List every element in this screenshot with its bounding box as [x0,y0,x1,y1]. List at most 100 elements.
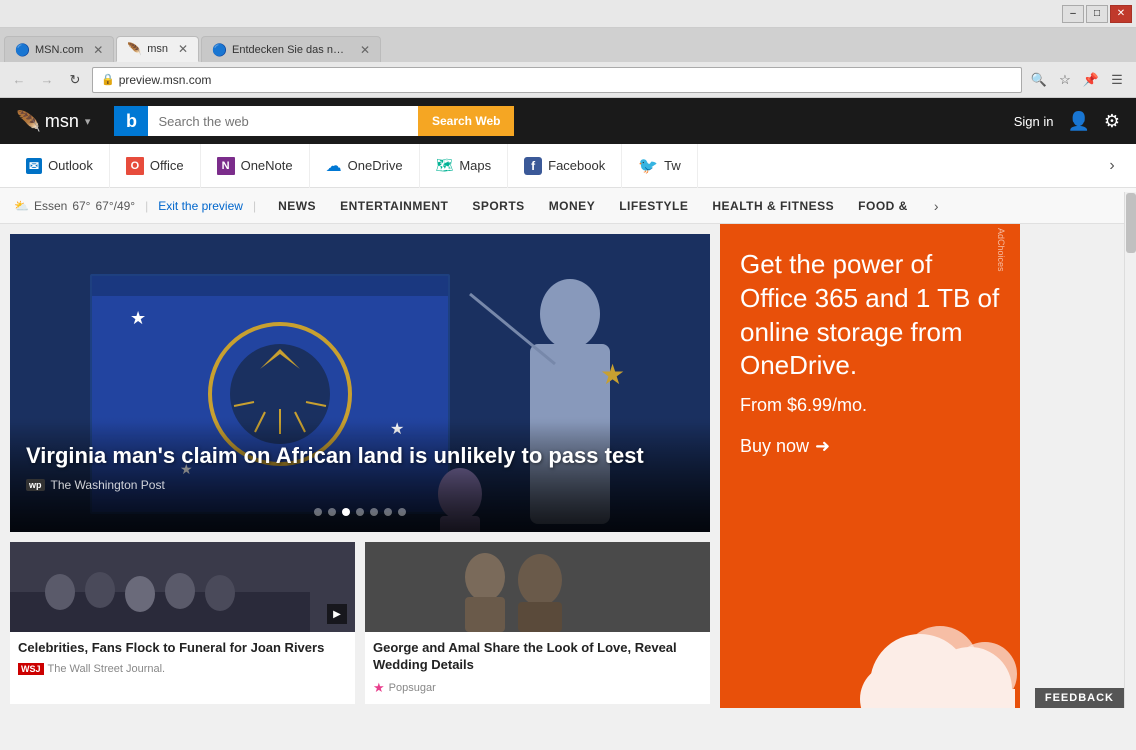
msn-navlinks: ✉ Outlook O Office N OneNote ☁ OneDrive … [0,144,1136,188]
ad-price: From $6.99/mo. [740,395,1000,416]
twitter-icon: 🐦 [638,156,658,176]
url-lock-icon: 🔒 [101,73,115,86]
msn-logo-text: msn [45,111,79,132]
msn-content: ★ ★ ★ ★ [0,224,1136,708]
tab-msn-com[interactable]: 🔵 MSN.com ✕ [4,36,114,62]
exit-preview-link[interactable]: Exit the preview [158,199,243,213]
onedrive-icon: ☁ [326,156,342,176]
maximize-button[interactable]: □ [1086,5,1108,23]
subnav-food[interactable]: FOOD & [846,188,920,224]
subnav-entertainment[interactable]: ENTERTAINMENT [328,188,460,224]
weather-temp: 67° [72,199,90,213]
subnav-separator: | [145,199,148,213]
url-box[interactable]: 🔒 preview.msn.com [92,67,1022,93]
weather-icon: ⛅ [14,199,29,213]
tab-close-icon[interactable]: ✕ [355,43,370,57]
source-name: Popsugar [389,682,436,694]
small-articles: ▶ Celebrities, Fans Flock to Funeral for… [10,542,710,704]
weather-range: 67°/49° [95,199,135,213]
pin-icon[interactable]: 📌 [1080,69,1102,91]
search-icon[interactable]: 🔍 [1028,69,1050,91]
hero-dot-2[interactable] [328,508,336,516]
subnav-news[interactable]: NEWS [266,188,328,224]
article-title: George and Amal Share the Look of Love, … [373,640,702,674]
article-svg [365,542,710,632]
msn-subnav: ⛅ Essen 67° 67°/49° | Exit the preview |… [0,188,1136,224]
onenote-icon: N [217,157,235,175]
article-joan-rivers[interactable]: ▶ Celebrities, Fans Flock to Funeral for… [10,542,355,704]
nav-onedrive[interactable]: ☁ OneDrive [310,144,420,188]
msn-page: 🪶 msn ▾ b Search Web Sign in 👤 ⚙ ✉ Outlo… [0,98,1136,708]
article-source: ★ Popsugar [373,680,702,696]
nav-maps-label: Maps [459,158,491,173]
hero-article[interactable]: ★ ★ ★ ★ [10,234,710,532]
nav-onenote[interactable]: N OneNote [201,144,310,188]
msn-logo[interactable]: 🪶 msn ▾ [16,109,90,134]
tab-msn[interactable]: 🪶 msn ✕ [116,36,199,62]
subnav-sports[interactable]: SPORTS [460,188,536,224]
ad-cta-button[interactable]: Buy now ➜ [740,436,830,457]
nav-facebook[interactable]: f Facebook [508,144,622,188]
back-button[interactable]: ← [8,69,30,91]
hero-dot-4[interactable] [356,508,364,516]
onedrive-cloud-svg [840,594,1040,708]
menu-icon[interactable]: ☰ [1106,69,1128,91]
nav-outlook[interactable]: ✉ Outlook [10,144,110,188]
subnav-money[interactable]: MONEY [537,188,608,224]
nav-office-label: Office [150,158,184,173]
msn-topnav: 🪶 msn ▾ b Search Web Sign in 👤 ⚙ [0,98,1136,144]
subnav-health[interactable]: HEALTH & FITNESS [700,188,846,224]
tab-title: msn [147,43,168,55]
sign-in-link[interactable]: Sign in [1014,114,1054,129]
play-icon: ▶ [327,604,347,624]
scrollbar-thumb[interactable] [1126,193,1136,253]
scrollbar[interactable] [1124,192,1136,708]
tab-favicon: 🔵 [15,43,30,57]
maps-icon: 🗺 [436,157,454,174]
tab-favicon: 🪶 [127,42,142,56]
subnav-more-icon[interactable]: › [934,198,939,214]
tab-favicon: 🔵 [212,43,227,57]
article-amal[interactable]: George and Amal Share the Look of Love, … [365,542,710,704]
close-button[interactable]: ✕ [1110,5,1132,23]
wsj-logo: WSJ [18,663,44,675]
msn-dropdown-icon[interactable]: ▾ [85,115,91,128]
hero-dot-5[interactable] [370,508,378,516]
feedback-button[interactable]: FEEDBACK [1035,688,1124,708]
hero-dot-3[interactable] [342,508,350,516]
hero-title: Virginia man's claim on African land is … [26,442,694,471]
search-input[interactable] [148,106,418,136]
hero-dot-6[interactable] [384,508,392,516]
nav-twitter[interactable]: 🐦 Tw [622,144,698,188]
msn-bird-icon: 🪶 [16,109,41,134]
ad-panel: AdChoices Get the power of Office 365 an… [720,224,1020,708]
user-icon[interactable]: 👤 [1067,111,1089,132]
settings-icon[interactable]: ⚙ [1104,111,1120,132]
search-web-button[interactable]: Search Web [418,106,514,136]
nav-more-button[interactable]: › [1098,152,1126,180]
forward-button[interactable]: → [36,69,58,91]
tab-close-icon[interactable]: ✕ [88,43,103,57]
tab-title: Entdecken Sie das neue M [232,44,350,56]
tab-close-icon[interactable]: ✕ [173,42,188,56]
nav-office[interactable]: O Office [110,144,201,188]
subnav-links: NEWS ENTERTAINMENT SPORTS MONEY LIFESTYL… [266,188,920,224]
nav-maps[interactable]: 🗺 Maps [420,144,509,188]
article-content: George and Amal Share the Look of Love, … [365,632,710,704]
subnav-lifestyle[interactable]: LIFESTYLE [607,188,700,224]
hero-dot-7[interactable] [398,508,406,516]
content-main: ★ ★ ★ ★ [0,224,720,708]
star-icon[interactable]: ☆ [1054,69,1076,91]
nav-facebook-label: Facebook [548,158,605,173]
refresh-button[interactable]: ↻ [64,69,86,91]
title-bar: – □ ✕ [0,0,1136,28]
content-sidebar: AdChoices Get the power of Office 365 an… [720,224,1020,708]
addr-actions: 🔍 ☆ 📌 ☰ [1028,69,1128,91]
hero-source: wp The Washington Post [26,478,694,492]
minimize-button[interactable]: – [1062,5,1084,23]
hero-dot-1[interactable] [314,508,322,516]
tab-title: MSN.com [35,44,83,56]
nav-onedrive-label: OneDrive [348,158,403,173]
tab-entdecken[interactable]: 🔵 Entdecken Sie das neue M ✕ [201,36,381,62]
hero-source-name: The Washington Post [51,478,165,492]
